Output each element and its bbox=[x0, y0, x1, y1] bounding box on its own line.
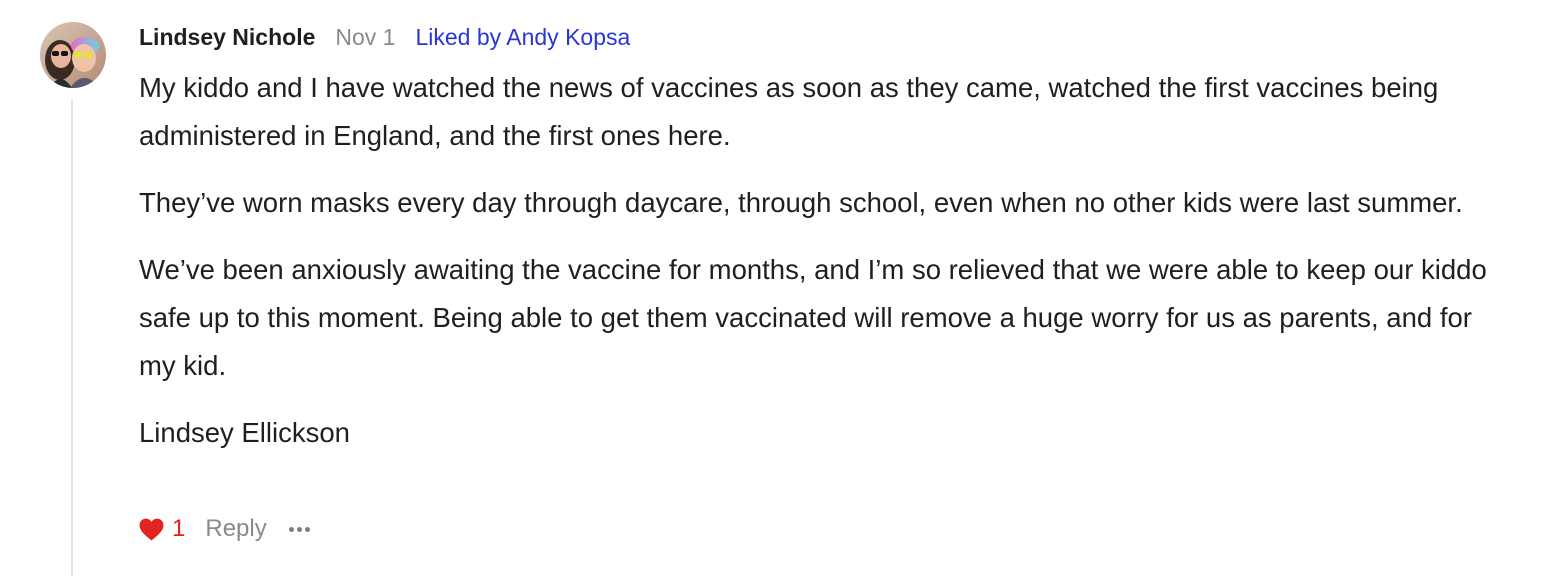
heart-icon bbox=[139, 518, 164, 540]
comment-paragraph: My kiddo and I have watched the news of … bbox=[139, 72, 1439, 151]
comment-body: My kiddo and I have watched the news of … bbox=[139, 64, 1509, 476]
comment-header: Lindsey Nichole Nov 1 Liked by Andy Kops… bbox=[139, 22, 630, 52]
like-count: 1 bbox=[172, 515, 186, 542]
author-name[interactable]: Lindsey Nichole bbox=[139, 24, 315, 51]
like-button[interactable]: 1 bbox=[139, 515, 185, 543]
more-options-icon[interactable] bbox=[288, 519, 313, 539]
thread-line bbox=[71, 100, 73, 576]
liked-by-link[interactable]: Liked by Andy Kopsa bbox=[415, 24, 630, 51]
comment: Lindsey Nichole Nov 1 Liked by Andy Kops… bbox=[0, 0, 1548, 576]
comment-signature: Lindsey Ellickson bbox=[139, 417, 350, 448]
avatar-image bbox=[40, 22, 106, 88]
comment-actions: 1 Reply bbox=[139, 511, 313, 547]
avatar[interactable] bbox=[40, 22, 106, 88]
comment-paragraph: We’ve been anxiously awaiting the vaccin… bbox=[139, 254, 1487, 381]
comment-date[interactable]: Nov 1 bbox=[335, 24, 395, 51]
reply-button[interactable]: Reply bbox=[205, 515, 266, 543]
comment-paragraph: They’ve worn masks every day through day… bbox=[139, 187, 1463, 218]
